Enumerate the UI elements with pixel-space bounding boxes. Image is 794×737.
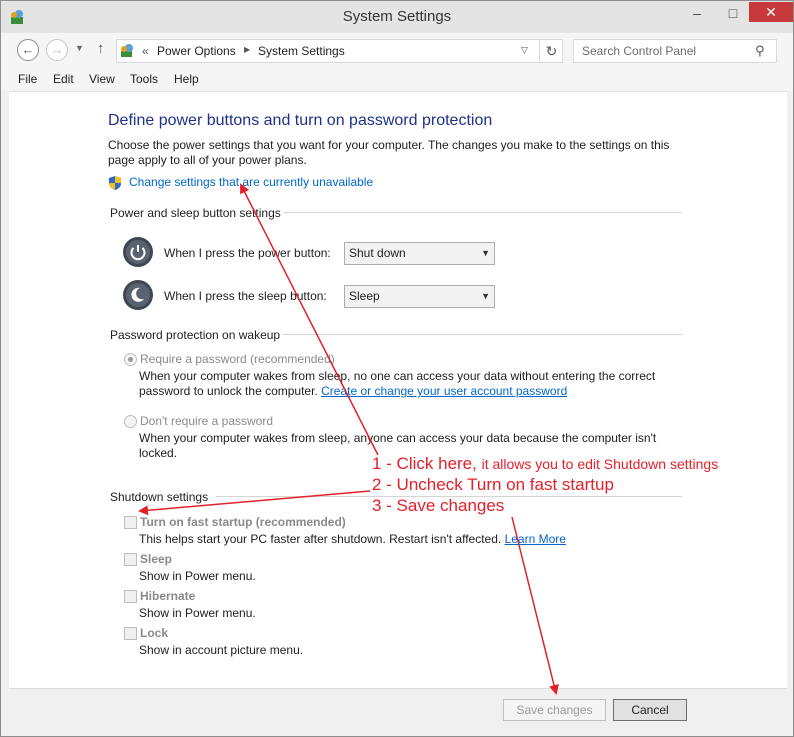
sleep-checkbox[interactable] (124, 553, 137, 566)
require-password-desc-1: When your computer wakes from sleep, no … (139, 369, 656, 383)
forward-button[interactable]: → (46, 39, 68, 61)
chevron-down-icon: ▼ (481, 291, 490, 301)
content-area: Define power buttons and turn on passwor… (9, 91, 787, 688)
change-password-link[interactable]: Create or change your user account passw… (321, 384, 567, 398)
hibernate-option-label: Hibernate (140, 589, 196, 603)
fast-startup-desc-text: This helps start your PC faster after sh… (139, 532, 502, 546)
search-input[interactable] (574, 40, 754, 62)
menu-view[interactable]: View (89, 72, 115, 86)
power-section-title: Power and sleep button settings (110, 206, 281, 220)
breadcrumb-power-options[interactable]: Power Options (157, 44, 236, 58)
maximize-button[interactable]: □ (719, 3, 747, 23)
section-divider (282, 334, 682, 335)
sleep-option-desc: Show in Power menu. (139, 569, 256, 583)
navigation-bar: ← → ▼ ↑ « Power Options ▶ System Setting… (1, 33, 793, 67)
power-button-value: Shut down (349, 246, 406, 260)
learn-more-link[interactable]: Learn More (505, 532, 566, 546)
system-settings-window: System Settings – □ ✕ ← → ▼ ↑ « Power Op… (0, 0, 794, 737)
annotation-step2: 2 - Uncheck Turn on fast startup (372, 475, 614, 494)
shutdown-section-title: Shutdown settings (110, 490, 209, 504)
power-button-icon (123, 237, 153, 267)
menu-edit[interactable]: Edit (53, 72, 74, 86)
lock-option-desc: Show in account picture menu. (139, 643, 304, 657)
no-password-label: Don't require a password (140, 414, 274, 428)
back-button[interactable]: ← (17, 39, 39, 61)
menu-help[interactable]: Help (174, 72, 199, 86)
uac-shield-icon (109, 176, 121, 190)
fast-startup-desc: This helps start your PC faster after sh… (139, 532, 566, 547)
no-password-desc-1: When your computer wakes from sleep, any… (139, 431, 657, 445)
search-box: ⚲ (573, 39, 777, 63)
menu-bar: File Edit View Tools Help (1, 67, 793, 91)
lock-option-label: Lock (140, 626, 169, 640)
page-title: Define power buttons and turn on passwor… (108, 112, 493, 129)
require-password-radio[interactable] (124, 353, 137, 366)
sleep-button-label: When I press the sleep button: (164, 289, 327, 303)
address-bar[interactable]: « Power Options ▶ System Settings ▽ ↻ (116, 39, 563, 63)
breadcrumb-separator-icon[interactable]: ▶ (244, 45, 250, 54)
require-password-label: Require a password (recommended) (140, 352, 335, 366)
lock-checkbox[interactable] (124, 627, 137, 640)
sleep-button-select[interactable]: Sleep ▼ (344, 285, 495, 308)
annotation-step1: 1 - Click here, it allows you to edit Sh… (372, 454, 718, 474)
menu-file[interactable]: File (18, 72, 37, 86)
no-password-radio[interactable] (124, 415, 137, 428)
save-changes-button[interactable]: Save changes (503, 699, 606, 721)
recent-locations-icon[interactable]: ▼ (75, 43, 84, 53)
minimize-button[interactable]: – (683, 3, 711, 23)
password-section-title: Password protection on wakeup (110, 328, 281, 342)
sleep-button-icon (123, 280, 153, 310)
control-panel-icon (121, 44, 133, 57)
menu-tools[interactable]: Tools (130, 72, 158, 86)
no-password-desc-2: locked. (139, 446, 178, 460)
close-button[interactable]: ✕ (749, 2, 793, 22)
title-bar: System Settings – □ ✕ (1, 1, 793, 33)
require-password-desc-2: password to unlock the computer. Create … (139, 384, 567, 399)
page-description: Choose the power settings that you want … (108, 138, 670, 167)
button-bar: Save changes Cancel (9, 688, 787, 730)
section-divider (284, 212, 682, 213)
cancel-button[interactable]: Cancel (613, 699, 687, 721)
annotation-step3: 3 - Save changes (372, 496, 505, 515)
breadcrumb-system-settings[interactable]: System Settings (258, 44, 345, 58)
fast-startup-checkbox[interactable] (124, 516, 137, 529)
change-settings-link[interactable]: Change settings that are currently unava… (129, 175, 373, 189)
window-title: System Settings (342, 8, 452, 25)
annotation-step1-detail: it allows you to edit Shutdown settings (481, 456, 719, 472)
hibernate-checkbox[interactable] (124, 590, 137, 603)
fast-startup-label: Turn on fast startup (recommended) (140, 515, 346, 529)
power-button-select[interactable]: Shut down ▼ (344, 242, 495, 265)
address-dropdown-icon[interactable]: ▽ (521, 45, 528, 56)
sleep-button-value: Sleep (349, 289, 380, 303)
power-button-label: When I press the power button: (164, 246, 331, 260)
refresh-button[interactable]: ↻ (539, 39, 563, 63)
hibernate-option-desc: Show in Power menu. (139, 606, 256, 620)
chevron-down-icon: ▼ (481, 248, 490, 258)
require-password-desc-text: password to unlock the computer. (139, 384, 318, 398)
annotation-step1-main: 1 - Click here, (372, 454, 477, 473)
up-button[interactable]: ↑ (97, 40, 105, 57)
overflow-chevron-icon[interactable]: « (142, 44, 149, 58)
search-icon[interactable]: ⚲ (755, 43, 765, 59)
sleep-option-label: Sleep (140, 552, 173, 566)
